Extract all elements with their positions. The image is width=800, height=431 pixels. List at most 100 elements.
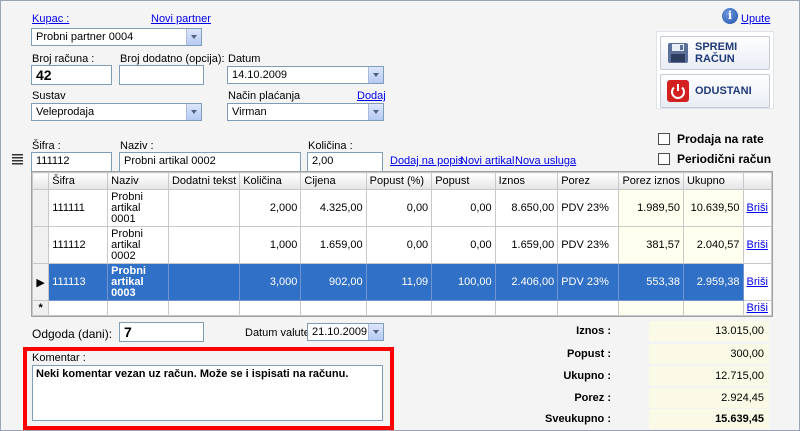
kupac-value: Probni partner 0004 [36,31,134,43]
komentar-textarea[interactable]: Neki komentar vezan uz račun. Može se i … [32,365,383,421]
cell-cijena[interactable]: 902,00 [300,263,367,301]
column-header[interactable]: Popust [431,172,496,190]
cell-sifra[interactable]: 111111 [48,189,109,227]
items-table: Šifra Naziv Dodatni tekst Količina Cijen… [32,172,772,316]
new-row-marker[interactable]: * [32,300,50,316]
dodaj-na-popis-link[interactable]: Dodaj na popis [390,155,463,167]
broj-racuna-input[interactable]: 42 [31,65,112,85]
list-icon[interactable] [12,153,23,165]
column-header[interactable]: Porez [557,172,620,190]
table-row-selected[interactable]: ▶ 111113 Probni artikal 0003 3,000 902,0… [32,263,772,301]
naziv-input[interactable]: Probni artikal 0002 [119,152,301,172]
column-header[interactable]: Iznos [494,172,559,190]
cell-porez[interactable]: PDV 23% [557,226,620,264]
column-header[interactable]: Dodatni tekst [167,172,241,190]
column-header[interactable]: Ukupno [682,172,744,190]
delete-row-link[interactable]: Briši [742,263,772,301]
kupac-link[interactable]: Kupac : [32,13,69,25]
broj-dodatno-label: Broj dodatno (opcija): [120,53,225,65]
cell-kolicina[interactable]: 1,000 [239,226,302,264]
row-selector[interactable] [32,189,50,227]
cell-porez[interactable]: PDV 23% [557,189,620,227]
cell-dodatni[interactable] [167,226,241,264]
datum-picker[interactable]: 14.10.2009 [227,66,384,84]
cell-sifra[interactable]: 111112 [48,226,109,264]
cell-dodatni[interactable] [167,263,241,301]
broj-racuna-label: Broj računa : [32,53,95,65]
datum-label: Datum [228,53,261,65]
prodaja-na-rate-checkbox[interactable]: Prodaja na rate [658,132,764,146]
sustav-label: Sustav [32,90,66,102]
invoice-window: Kupac : Novi partner Probni partner 0004… [0,0,800,431]
cell-kolicina[interactable]: 3,000 [239,263,302,301]
column-header[interactable]: Cijena [300,172,367,190]
kupac-select[interactable]: Probni partner 0004 [31,28,202,46]
upute-link[interactable]: Upute [741,13,770,25]
new-cell[interactable] [300,300,367,316]
sustav-select[interactable]: Veleprodaja [31,103,202,121]
novi-partner-link[interactable]: Novi partner [151,13,211,25]
new-cell[interactable] [431,300,496,316]
cell-popust[interactable]: 0,00 [431,189,496,227]
table-row[interactable]: 111112 Probni artikal 0002 1,000 1.659,0… [32,226,772,264]
cell-porez-iznos: 381,57 [618,226,684,264]
column-header[interactable]: Naziv [107,172,169,190]
items-grid[interactable]: Šifra Naziv Dodatni tekst Količina Cijen… [31,171,773,317]
new-cell[interactable] [48,300,109,316]
new-cell[interactable] [494,300,559,316]
cell-cijena[interactable]: 4.325,00 [300,189,367,227]
sifra-input[interactable]: 111112 [31,152,112,172]
column-header[interactable]: Količina [239,172,302,190]
cell-cijena[interactable]: 1.659,00 [300,226,367,264]
cell-naziv[interactable]: Probni artikal 0003 [107,263,169,301]
info-icon[interactable]: i [722,8,738,24]
cell-iznos[interactable]: 8.650,00 [494,189,559,227]
new-cell[interactable] [365,300,433,316]
cell-popust-pct[interactable]: 0,00 [365,189,433,227]
cell-popust[interactable]: 0,00 [431,226,496,264]
spremi-racun-button[interactable]: SPREMI RAČUN [660,36,770,70]
odgoda-label: Odgoda (dani): [32,327,113,341]
cell-popust-pct[interactable]: 0,00 [365,226,433,264]
dodaj-nacin-link[interactable]: Dodaj [357,90,386,102]
cell-porez[interactable]: PDV 23% [557,263,620,301]
chevron-down-icon [186,104,201,120]
new-row[interactable]: * Briši [32,300,772,316]
cell-kolicina[interactable]: 2,000 [239,189,302,227]
delete-row-link[interactable]: Briši [742,226,772,264]
periodicni-racun-checkbox[interactable]: Periodični račun [658,152,771,166]
cell-sifra[interactable]: 111113 [48,263,109,301]
column-header[interactable]: Šifra [48,172,109,190]
cell-popust[interactable]: 100,00 [431,263,496,301]
prodaja-na-rate-label: Prodaja na rate [677,132,764,146]
sifra-label: Šifra : [32,140,61,152]
cell-naziv[interactable]: Probni artikal 0002 [107,226,169,264]
delete-row-link[interactable]: Briši [742,300,772,316]
row-selector[interactable] [32,226,50,264]
ukupno-total-value: 12.715,00 [649,366,769,386]
new-cell[interactable] [107,300,169,316]
grid-header-row: Šifra Naziv Dodatni tekst Količina Cijen… [32,172,772,190]
odgoda-input[interactable]: 7 [119,322,204,342]
kolicina-input[interactable]: 2,00 [307,152,383,172]
new-cell[interactable] [167,300,241,316]
table-row[interactable]: 111111 Probni artikal 0001 2,000 4.325,0… [32,189,772,227]
current-row-marker[interactable]: ▶ [32,263,50,301]
datum-valute-picker[interactable]: 21.10.2009 [307,323,384,341]
cell-popust-pct[interactable]: 11,09 [365,263,433,301]
novi-artikal-link[interactable]: Novi artikal [460,155,514,167]
odustani-button[interactable]: ODUSTANI [660,74,770,108]
cell-dodatni[interactable] [167,189,241,227]
new-cell[interactable] [557,300,620,316]
nova-usluga-link[interactable]: Nova usluga [515,155,576,167]
delete-row-link[interactable]: Briši [742,189,772,227]
chevron-down-icon [368,67,383,83]
cell-naziv[interactable]: Probni artikal 0001 [107,189,169,227]
new-cell[interactable] [239,300,302,316]
column-header[interactable]: Popust (%) [365,172,433,190]
broj-dodatno-input[interactable] [119,65,204,85]
cell-iznos[interactable]: 2.406,00 [494,263,559,301]
column-header[interactable]: Porez iznos [618,172,684,190]
cell-iznos[interactable]: 1.659,00 [494,226,559,264]
nacin-placanja-select[interactable]: Virman [227,103,384,121]
